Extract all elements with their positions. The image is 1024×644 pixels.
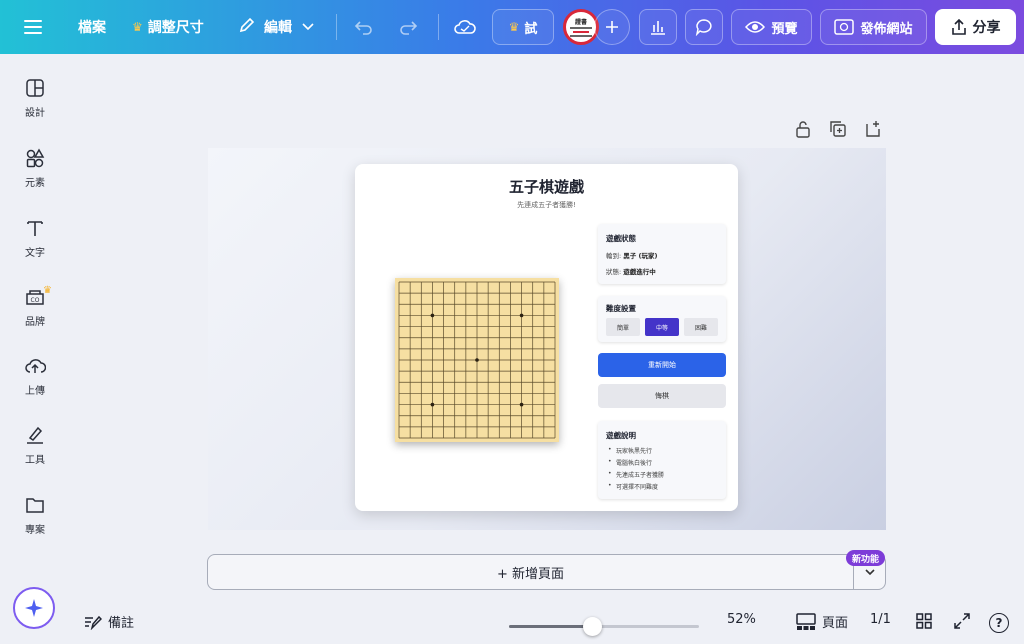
file-menu[interactable]: 檔案	[78, 0, 106, 54]
sidebar-item-uploads[interactable]: 上傳	[0, 356, 70, 416]
status-panel: 遊戲狀態 輪到: 黑子 (玩家) 狀態: 遊戲進行中	[598, 224, 726, 284]
new-feature-badge: 新功能	[846, 550, 886, 566]
trial-button[interactable]: ♛ 試	[492, 9, 554, 45]
state-value: 遊戲進行中	[623, 268, 656, 276]
rules-heading: 遊戲說明	[606, 431, 636, 440]
sparkle-icon	[25, 599, 43, 617]
add-page-button[interactable]: + 新增頁面	[207, 554, 854, 590]
share-button[interactable]: 分享	[935, 9, 1016, 45]
notes-icon	[85, 615, 102, 630]
game-title: 五子棋遊戲	[508, 178, 584, 196]
star-point	[430, 402, 435, 407]
draw-tool-icon	[27, 426, 43, 444]
sidebar-item-elements[interactable]: 元素	[0, 148, 70, 208]
zoom-value[interactable]: 52%	[727, 612, 756, 627]
zoom-slider-fill	[509, 625, 593, 628]
crown-icon: ♛	[43, 285, 52, 296]
page-count: 1/1	[870, 612, 891, 627]
edit-menu[interactable]: 編輯	[238, 0, 314, 54]
chevron-down-icon	[302, 19, 314, 35]
left-sidebar: 設計 元素 文字 ♛ CO 品牌 上傳 工具 專案	[0, 54, 70, 644]
website-icon	[834, 19, 855, 35]
turn-value: 黑子 (玩家)	[623, 252, 658, 260]
turn-row: 輪到: 黑子 (玩家)	[606, 252, 658, 260]
list-item: 電腦執白後行	[608, 458, 664, 470]
help-icon[interactable]: ?	[989, 613, 1009, 633]
difficulty-heading: 難度設置	[606, 304, 636, 313]
star-point	[519, 313, 524, 318]
difficulty-hard-button[interactable]: 困難	[684, 318, 718, 336]
pencil-icon	[238, 16, 256, 38]
toolbar-divider	[438, 14, 439, 40]
board-grid[interactable]	[395, 278, 559, 442]
plus-icon	[606, 21, 618, 33]
publish-website-button[interactable]: 發佈網站	[820, 9, 927, 45]
grid-view-icon[interactable]	[915, 612, 933, 630]
duplicate-page-icon[interactable]	[829, 120, 849, 140]
pages-button[interactable]: 頁面	[796, 612, 848, 631]
top-toolbar: 檔案 ♛ 調整尺寸 編輯 ♛ 試 證書 預覽 發佈網站 分享	[0, 0, 1024, 54]
star-point	[519, 402, 524, 407]
gomoku-board[interactable]	[395, 278, 559, 442]
cloud-saved-icon[interactable]	[453, 0, 477, 54]
sidebar-item-text[interactable]: 文字	[0, 218, 70, 278]
eye-icon	[745, 21, 766, 33]
difficulty-easy-button[interactable]: 簡單	[606, 318, 640, 336]
star-point	[475, 358, 479, 362]
redo-icon[interactable]	[398, 0, 418, 54]
share-upload-icon	[951, 19, 966, 35]
undo-icon[interactable]	[354, 0, 374, 54]
sidebar-item-design[interactable]: 設計	[0, 78, 70, 138]
menu-icon[interactable]	[24, 0, 44, 54]
svg-text:CO: CO	[31, 297, 40, 304]
upload-cloud-icon	[25, 359, 46, 373]
pages-icon	[796, 612, 816, 630]
list-item: 玩家執黑先行	[608, 446, 664, 458]
sidebar-item-projects[interactable]: 專案	[0, 495, 70, 555]
list-item: 先連成五子者獲勝	[608, 470, 664, 482]
lock-icon[interactable]	[794, 120, 814, 140]
state-row: 狀態: 遊戲進行中	[606, 268, 656, 276]
notes-button[interactable]: 備註	[84, 612, 134, 631]
shapes-icon	[26, 148, 45, 168]
zoom-slider-thumb[interactable]	[583, 617, 603, 636]
difficulty-medium-button[interactable]: 中等	[645, 318, 679, 336]
layout-icon	[26, 79, 44, 97]
fullscreen-icon[interactable]	[953, 612, 971, 630]
magic-assistant-button[interactable]	[13, 587, 55, 629]
star-point	[430, 313, 435, 318]
restart-button[interactable]: 重新開始	[598, 353, 726, 377]
undo-move-button[interactable]: 悔棋	[598, 384, 726, 408]
sidebar-item-brand[interactable]: ♛ CO 品牌	[0, 285, 70, 347]
comment-button[interactable]	[685, 9, 723, 45]
list-item: 可選擇不同難度	[608, 482, 664, 494]
crown-icon: ♛	[508, 20, 520, 34]
comment-icon	[695, 19, 712, 36]
rules-list: 玩家執黑先行 電腦執白後行 先連成五子者獲勝 可選擇不同難度	[608, 446, 664, 494]
sidebar-item-tools[interactable]: 工具	[0, 425, 70, 485]
crown-icon: ♛	[132, 20, 143, 34]
chevron-down-icon	[864, 568, 875, 575]
game-subtitle: 先連成五子者獲勝!	[517, 201, 576, 209]
add-page-icon[interactable]	[864, 120, 884, 140]
resize-button[interactable]: ♛ 調整尺寸	[132, 0, 204, 54]
text-icon	[27, 221, 43, 236]
toolbar-divider	[336, 14, 337, 40]
preview-button[interactable]: 預覽	[731, 9, 812, 45]
insights-button[interactable]	[639, 9, 677, 45]
add-collaborator-button[interactable]	[594, 9, 630, 45]
folder-icon	[26, 498, 44, 513]
status-heading: 遊戲狀態	[606, 234, 636, 243]
bar-chart-icon	[651, 21, 665, 35]
